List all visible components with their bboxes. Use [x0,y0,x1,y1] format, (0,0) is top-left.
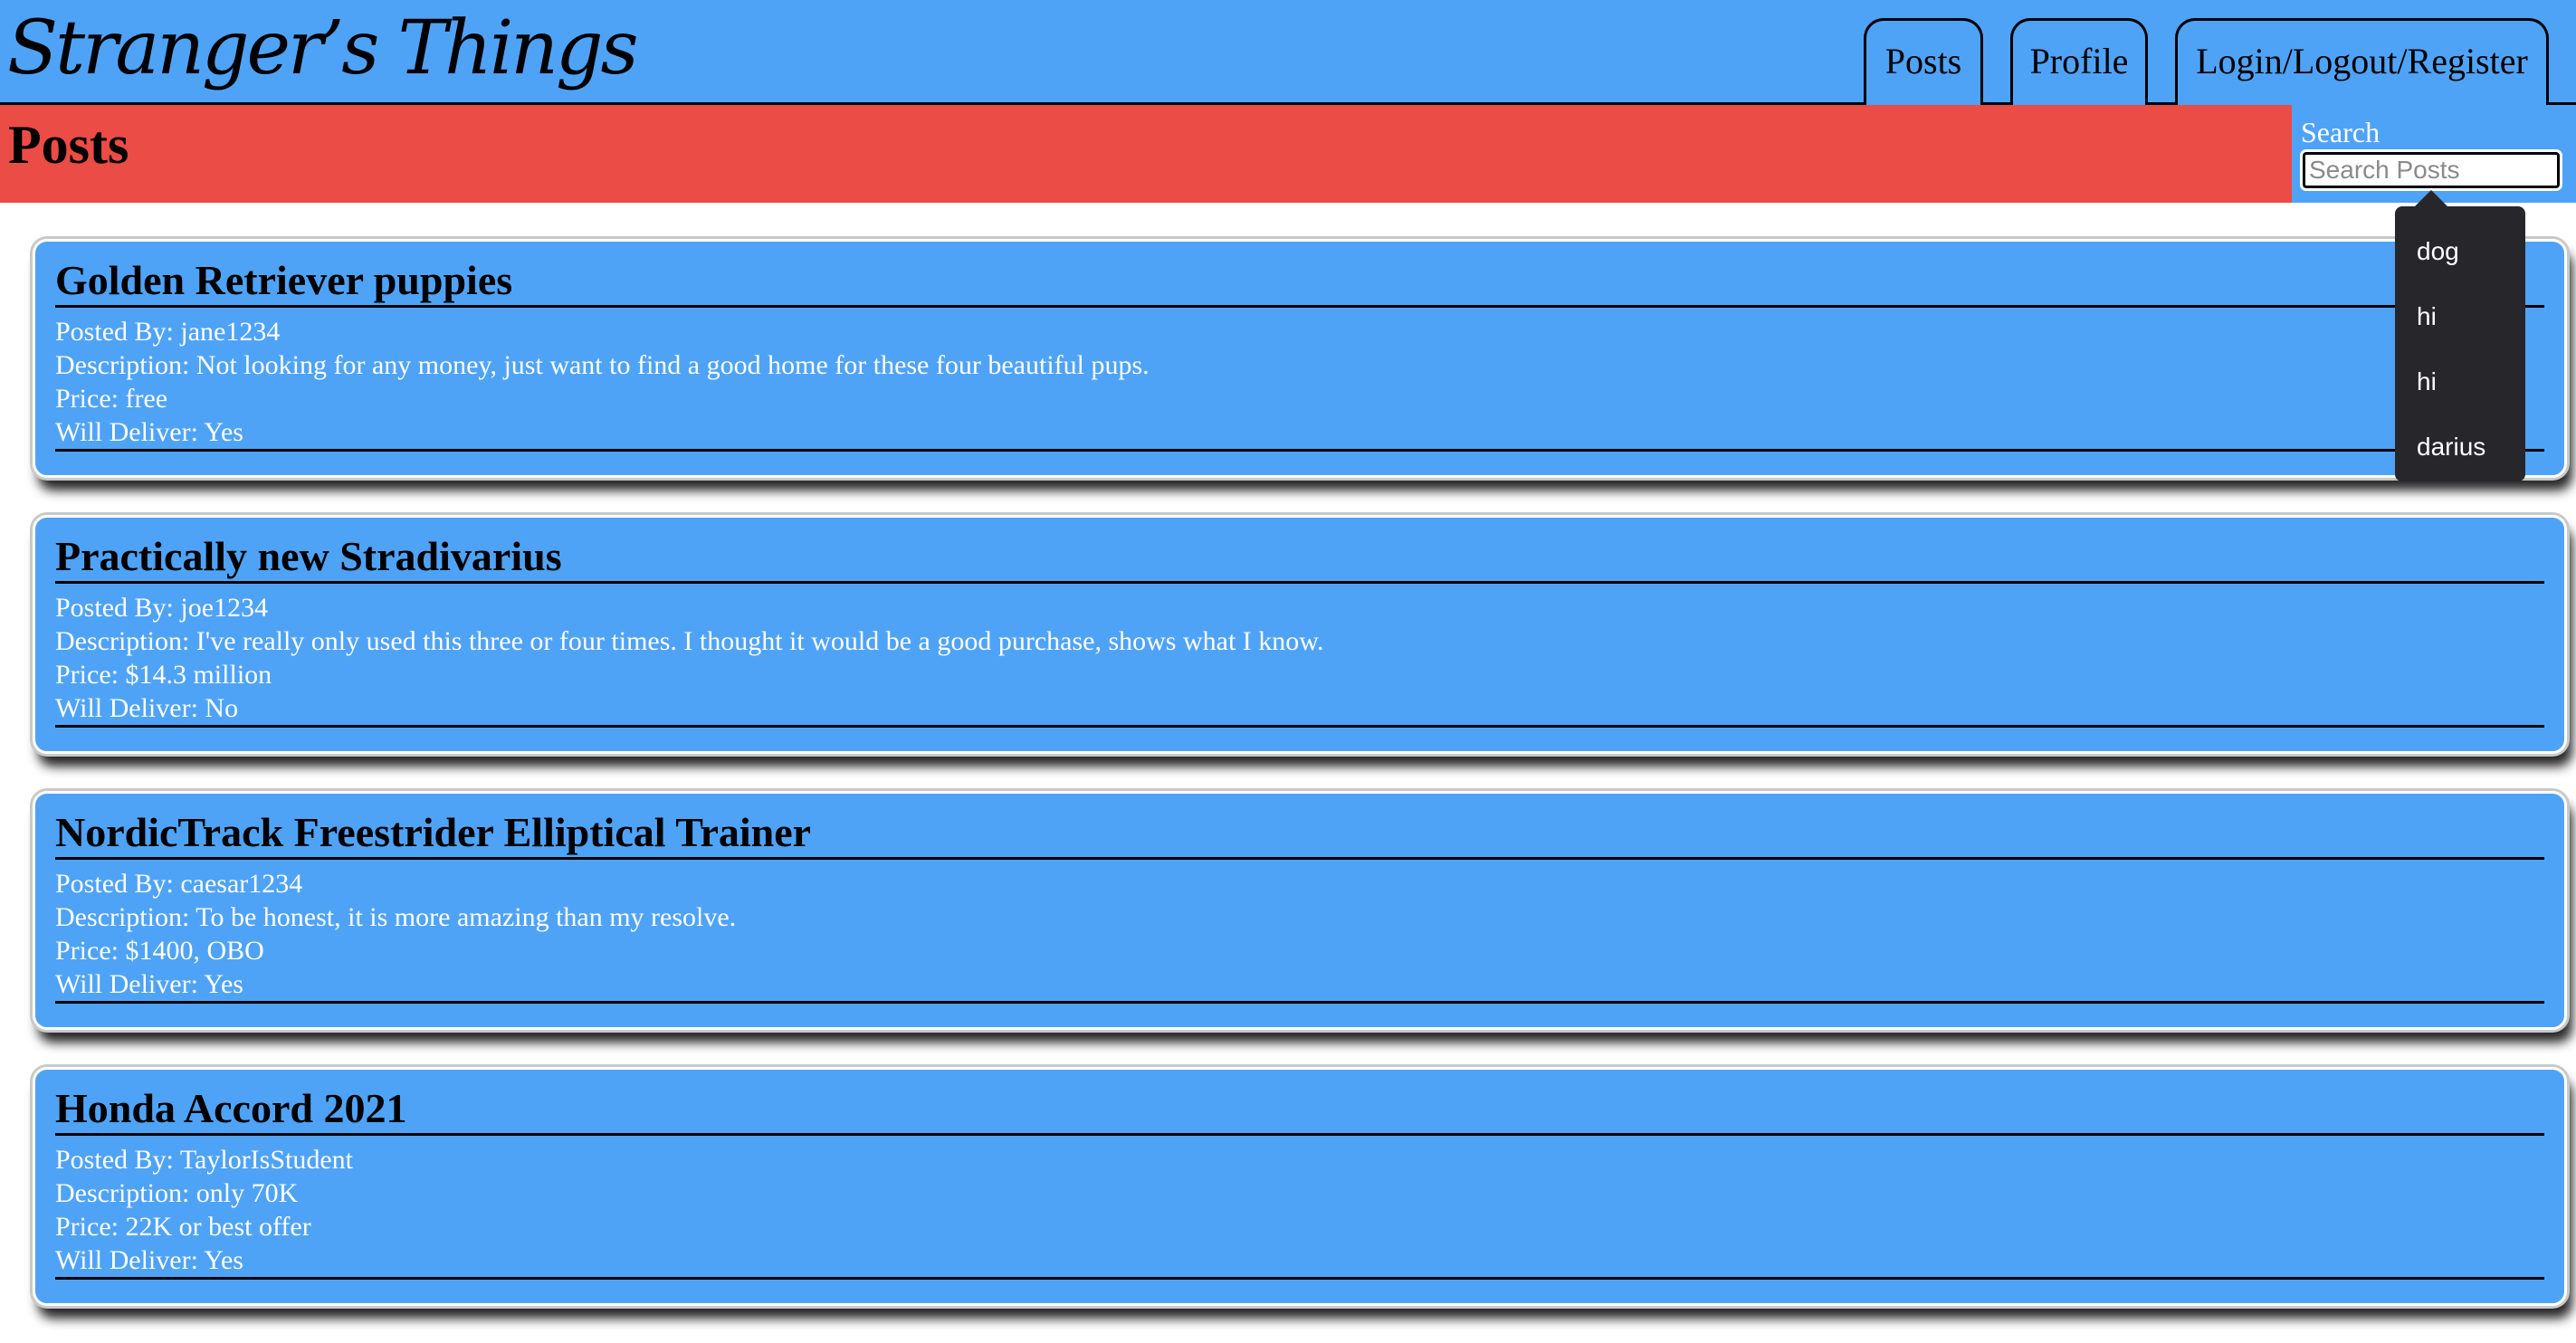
post-will-deliver: Will Deliver: Yes [55,969,243,999]
search-label: Search [2301,116,2380,148]
post-card: Honda Accord 2021 Posted By: TaylorIsStu… [33,1067,2567,1306]
post-details: Posted By: jane1234 Description: Not loo… [55,308,2544,452]
posts-list: Golden Retriever puppies Posted By: jane… [33,239,2567,1343]
post-description: Description: only 70K [55,1178,299,1208]
post-will-deliver: Will Deliver: Yes [55,1245,243,1275]
search-input[interactable] [2300,149,2562,191]
search-suggestions-dropdown: dog hi hi darius [2395,206,2525,481]
post-author: Posted By: caesar1234 [55,869,303,899]
post-description: Description: Not looking for any money, … [55,350,1150,380]
page-title-bar: Posts [0,105,2292,203]
post-card: Practically new Stradivarius Posted By: … [33,515,2567,754]
post-card: NordicTrack Freestrider Elliptical Train… [33,791,2567,1030]
post-description: Description: To be honest, it is more am… [55,902,737,932]
nav-tab-login-logout-register[interactable]: Login/Logout/Register [2175,18,2549,105]
post-title: NordicTrack Freestrider Elliptical Train… [55,808,2544,860]
post-card: Golden Retriever puppies Posted By: jane… [33,239,2567,478]
post-price: Price: 22K or best offer [55,1212,311,1242]
post-price: Price: free [55,384,168,414]
suggestion-item[interactable]: darius [2395,414,2525,480]
suggestion-item[interactable]: hi [2395,349,2525,414]
post-price: Price: $1400, OBO [55,936,264,966]
post-description: Description: I've really only used this … [55,626,1324,656]
page-title: Posts [8,115,129,175]
suggestion-item[interactable]: hi [2395,284,2525,349]
post-will-deliver: Will Deliver: Yes [55,417,243,447]
post-title: Golden Retriever puppies [55,256,2544,308]
post-will-deliver: Will Deliver: No [55,693,239,723]
post-details: Posted By: caesar1234 Description: To be… [55,860,2544,1004]
suggestions-pointer [2415,190,2447,206]
nav-tab-posts[interactable]: Posts [1864,18,1983,105]
post-title: Honda Accord 2021 [55,1084,2544,1136]
post-price: Price: $14.3 million [55,660,272,690]
search-panel: Search [2292,105,2576,203]
post-details: Posted By: TaylorIsStudent Description: … [55,1136,2544,1280]
nav-tab-profile[interactable]: Profile [2010,18,2148,105]
post-details: Posted By: joe1234 Description: I've rea… [55,584,2544,728]
post-author: Posted By: TaylorIsStudent [55,1145,354,1175]
suggestion-item[interactable]: dog [2395,219,2525,284]
post-author: Posted By: jane1234 [55,317,281,347]
post-title: Practically new Stradivarius [55,532,2544,584]
app-title: Stranger’s Things [7,5,639,91]
app-header: Stranger’s Things Posts Profile Login/Lo… [0,0,2576,105]
post-author: Posted By: joe1234 [55,593,269,623]
